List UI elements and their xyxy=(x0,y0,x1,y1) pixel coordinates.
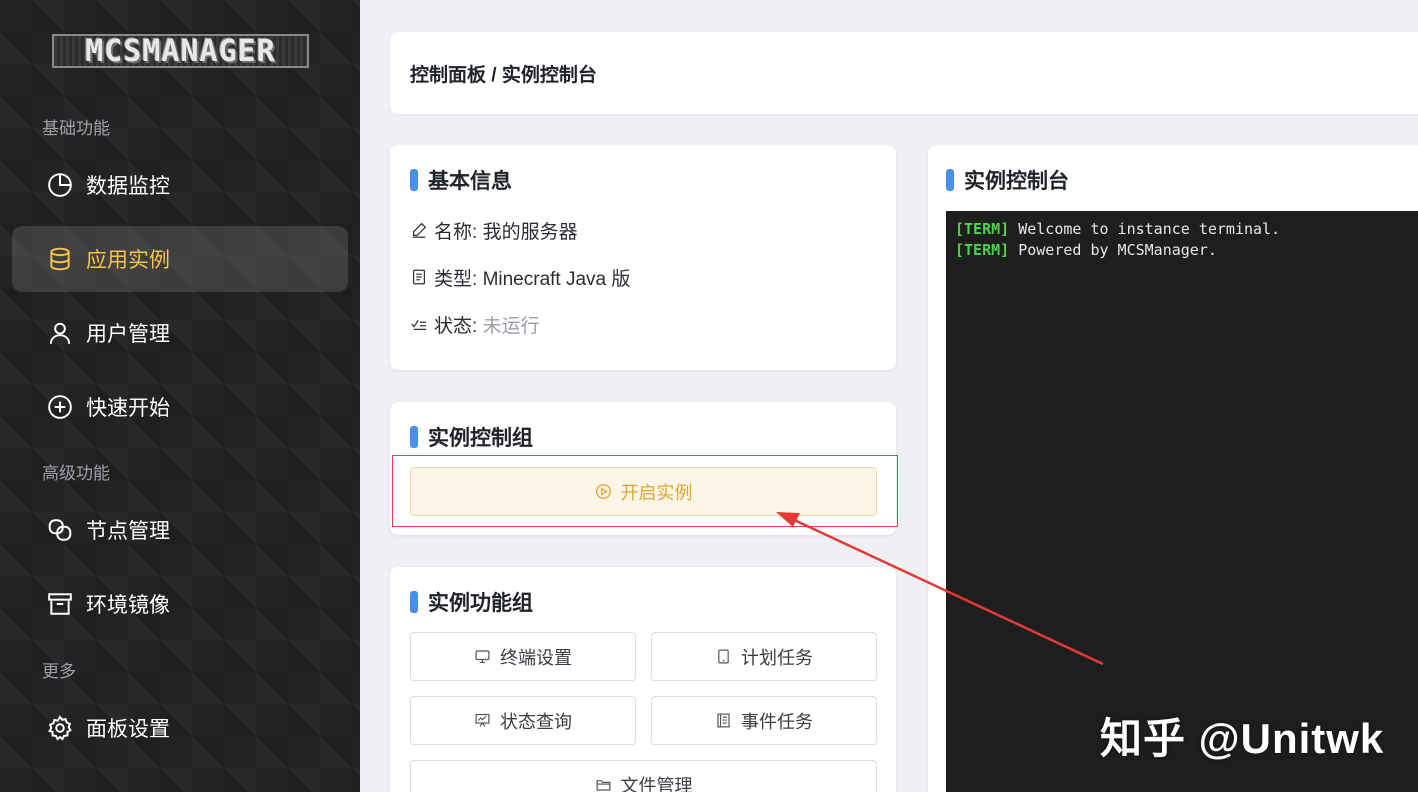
sidebar-item-quick-start[interactable]: 快速开始 xyxy=(12,374,348,440)
pie-chart-icon xyxy=(46,171,74,199)
section-title-basic: 基础功能 xyxy=(42,119,110,138)
tablet-icon xyxy=(715,648,733,666)
gear-icon xyxy=(46,714,74,742)
event-tasks-button[interactable]: 事件任务 xyxy=(651,696,877,745)
button-label: 文件管理 xyxy=(620,775,693,792)
status-label: 状态: xyxy=(434,316,478,337)
watermark: 知乎 @Unitwk xyxy=(1100,715,1385,762)
chart-board-icon xyxy=(474,712,492,730)
sidebar-item-label: 用户管理 xyxy=(86,323,170,346)
checklist-icon xyxy=(410,315,430,335)
sidebar-item-environment-image[interactable]: 环境镜像 xyxy=(12,571,348,637)
pen-icon xyxy=(410,221,430,241)
node-link-icon xyxy=(46,516,74,544)
sidebar-item-label: 环境镜像 xyxy=(86,594,170,617)
sidebar-item-label: 快速开始 xyxy=(86,397,170,420)
name-label: 名称: xyxy=(434,222,478,243)
button-label: 状态查询 xyxy=(500,711,572,732)
start-instance-button[interactable]: 开启实例 xyxy=(410,467,877,516)
button-label: 终端设置 xyxy=(500,647,572,668)
control-group-title: 实例控制组 xyxy=(410,422,533,452)
sidebar-item-label: 数据监控 xyxy=(86,175,170,198)
breadcrumb-text: 控制面板 / 实例控制台 xyxy=(410,64,597,86)
console-title: 实例控制台 xyxy=(946,165,1069,195)
terminal-line: [TERM] Powered by MCSManager. xyxy=(955,240,1417,261)
terminal-tag: [TERM] xyxy=(955,220,1010,238)
status-badge: 未运行 xyxy=(482,316,540,337)
title-accent-bar xyxy=(410,426,418,448)
sidebar-item-label: 应用实例 xyxy=(86,249,170,272)
sidebar-item-node-management[interactable]: 节点管理 xyxy=(12,497,348,563)
card-title-text: 基本信息 xyxy=(428,170,512,193)
plus-circle-icon xyxy=(46,393,74,421)
terminal-line: [TERM] Welcome to instance terminal. xyxy=(955,219,1417,240)
terminal-settings-button[interactable]: 终端设置 xyxy=(410,632,636,681)
info-row-status: 状态: 未运行 xyxy=(410,311,540,338)
title-accent-bar xyxy=(946,169,954,191)
section-title-more: 更多 xyxy=(42,662,76,681)
sidebar-item-label: 节点管理 xyxy=(86,520,170,543)
terminal-text: Powered by MCSManager. xyxy=(1009,241,1217,259)
sidebar-item-panel-settings[interactable]: 面板设置 xyxy=(12,695,348,761)
archive-box-icon xyxy=(46,590,74,618)
user-icon xyxy=(46,319,74,347)
folder-icon xyxy=(595,776,613,792)
document-list-icon xyxy=(715,712,733,730)
file-text-icon xyxy=(410,268,430,288)
card-title-text: 实例控制组 xyxy=(428,427,533,450)
card-title-text: 实例功能组 xyxy=(428,592,533,615)
sidebar-item-user-management[interactable]: 用户管理 xyxy=(12,300,348,366)
name-value: 我的服务器 xyxy=(482,222,578,243)
status-query-button[interactable]: 状态查询 xyxy=(410,696,636,745)
type-label: 类型: xyxy=(434,269,478,290)
button-label: 事件任务 xyxy=(741,711,813,732)
terminal-tag: [TERM] xyxy=(955,241,1010,259)
breadcrumb: 控制面板 / 实例控制台 xyxy=(390,32,1418,114)
sidebar-item-app-instances[interactable]: 应用实例 xyxy=(12,226,348,292)
start-button-label: 开启实例 xyxy=(620,482,693,503)
scheduled-tasks-button[interactable]: 计划任务 xyxy=(651,632,877,681)
play-circle-icon xyxy=(595,483,613,501)
monitor-icon xyxy=(474,648,492,666)
type-value: Minecraft Java 版 xyxy=(482,269,631,290)
info-row-name: 名称: 我的服务器 xyxy=(410,217,578,244)
button-label: 计划任务 xyxy=(741,647,813,668)
sidebar-item-label: 面板设置 xyxy=(86,718,170,741)
app-logo[interactable]: MCSMANAGER xyxy=(52,34,309,69)
title-accent-bar xyxy=(410,169,418,191)
card-title-text: 实例控制台 xyxy=(964,170,1069,193)
info-row-type: 类型: Minecraft Java 版 xyxy=(410,264,630,291)
terminal-text: Welcome to instance terminal. xyxy=(1009,220,1281,238)
sidebar-item-data-monitor[interactable]: 数据监控 xyxy=(12,152,348,218)
function-group-title: 实例功能组 xyxy=(410,587,533,617)
database-icon xyxy=(46,245,74,273)
basic-info-title: 基本信息 xyxy=(410,165,512,195)
basic-info-card: 基本信息 名称: 我的服务器 类型: Minecraft Java 版 状态: … xyxy=(390,145,896,370)
title-accent-bar xyxy=(410,591,418,613)
sidebar: MCSMANAGER 基础功能 数据监控 应用实例 用户管理 快速开始 高级功能… xyxy=(0,0,360,792)
file-management-button[interactable]: 文件管理 xyxy=(410,760,877,792)
section-title-advanced: 高级功能 xyxy=(42,464,110,483)
